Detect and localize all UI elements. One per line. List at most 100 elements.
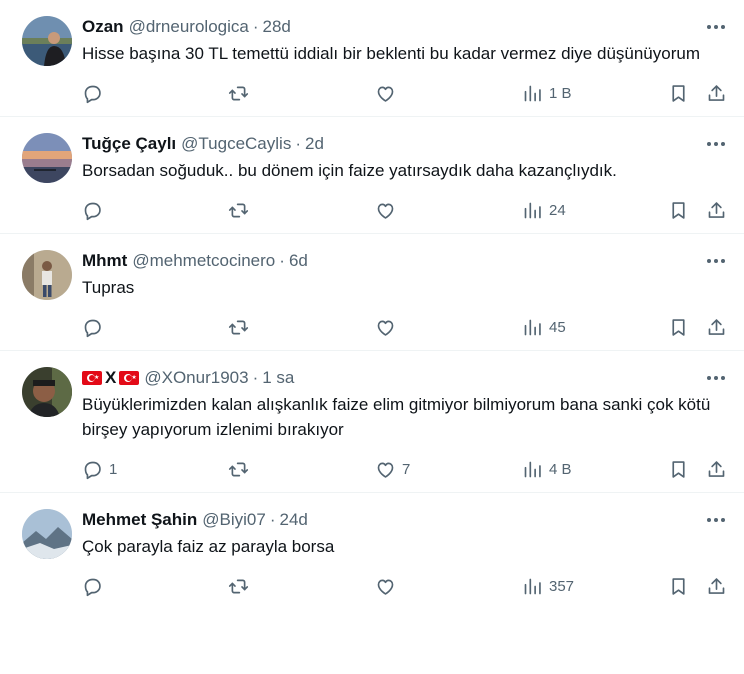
tweet[interactable]: Mehmet Şahin @Biyi07 · 24d Çok parayla f… [0, 493, 744, 609]
like-button[interactable] [375, 316, 402, 338]
bookmark-button[interactable] [668, 82, 689, 104]
display-name[interactable]: Ozan [82, 17, 124, 37]
tweet-text: Borsadan soğuduk.. bu dönem için faize y… [82, 161, 617, 180]
retweet-button[interactable] [228, 199, 255, 221]
avatar[interactable] [22, 509, 72, 559]
separator: · [279, 251, 285, 270]
share-icon [708, 577, 725, 594]
views-button[interactable]: 357 [522, 575, 574, 597]
share-button[interactable] [706, 82, 727, 104]
tweet-text: Hisse başına 30 TL temettü iddialı bir b… [82, 44, 700, 63]
reply-button[interactable] [82, 575, 109, 597]
like-button[interactable]: 7 [375, 458, 410, 480]
action-bar: 45 [82, 308, 728, 350]
reply-button[interactable]: 1 [82, 458, 117, 480]
reply-icon [84, 85, 101, 103]
display-name[interactable]: Mhmt [82, 251, 127, 271]
retweet-button[interactable] [228, 82, 255, 104]
like-button[interactable] [375, 575, 402, 597]
bookmark-icon [672, 84, 685, 102]
user-handle[interactable]: @drneurologica [129, 17, 249, 37]
more-options-icon[interactable] [704, 18, 728, 36]
user-handle[interactable]: @mehmetcocinero [132, 251, 275, 271]
view-count: 24 [549, 201, 566, 219]
display-name[interactable]: ★ X ★ [82, 368, 140, 388]
retweet-button[interactable] [228, 458, 255, 480]
separator: · [295, 134, 301, 153]
reply-button[interactable] [82, 82, 109, 104]
more-options-icon[interactable] [704, 252, 728, 270]
action-bar: 1 B [82, 74, 728, 116]
reply-icon [84, 578, 101, 596]
bookmark-button[interactable] [668, 575, 689, 597]
timestamp[interactable]: 1 sa [262, 368, 294, 388]
like-button[interactable] [375, 199, 402, 221]
views-button[interactable]: 24 [522, 199, 566, 221]
more-options-icon[interactable] [704, 511, 728, 529]
turkey-flag-icon: ★ [82, 371, 102, 385]
avatar[interactable] [22, 133, 72, 183]
avatar-person-standing-icon [22, 250, 72, 300]
avatar[interactable] [22, 16, 72, 66]
user-handle[interactable]: @Biyi07 [202, 510, 266, 530]
avatar[interactable] [22, 367, 72, 417]
tweet[interactable]: Tuğçe Çaylı @TugceCaylis · 2d Borsadan s… [0, 117, 744, 234]
share-button[interactable] [706, 458, 727, 480]
timestamp[interactable]: 24d [279, 510, 307, 530]
bookmark-button[interactable] [668, 316, 689, 338]
share-icon [708, 318, 725, 335]
analytics-icon [524, 319, 541, 335]
bookmark-icon [672, 577, 685, 595]
retweet-icon [228, 320, 249, 334]
heart-icon [377, 86, 394, 102]
heart-icon [377, 579, 394, 595]
display-name[interactable]: Mehmet Şahin [82, 510, 197, 530]
retweet-button[interactable] [228, 316, 255, 338]
retweet-button[interactable] [228, 575, 255, 597]
action-bar: 357 [82, 567, 728, 609]
avatar-mountain-icon [22, 509, 72, 559]
more-options-icon[interactable] [704, 369, 728, 387]
reply-icon [84, 461, 101, 479]
heart-icon [377, 462, 394, 478]
more-options-icon[interactable] [704, 135, 728, 153]
share-button[interactable] [706, 316, 727, 338]
view-count: 1 B [549, 84, 572, 102]
user-handle[interactable]: @XOnur1903 [144, 368, 248, 388]
separator: · [252, 17, 259, 36]
display-name[interactable]: Tuğçe Çaylı [82, 134, 176, 154]
timestamp[interactable]: 2d [305, 134, 324, 154]
avatar[interactable] [22, 250, 72, 300]
bookmark-button[interactable] [668, 458, 689, 480]
analytics-icon [524, 461, 541, 477]
view-count: 4 B [549, 460, 572, 478]
tweet[interactable]: ★ X ★ @XOnur1903 · 1 sa Büyüklerimizden … [0, 351, 744, 493]
share-button[interactable] [706, 199, 727, 221]
like-button[interactable] [375, 82, 402, 104]
tweet[interactable]: Ozan @drneurologica · 28d Hisse başına 3… [0, 0, 744, 117]
retweet-icon [228, 86, 249, 100]
separator: · [269, 510, 276, 529]
tweet[interactable]: Mhmt @mehmetcocinero · 6d Tupras 45 [0, 234, 744, 351]
views-button[interactable]: 45 [522, 316, 566, 338]
retweet-icon [228, 203, 249, 217]
views-button[interactable]: 4 B [522, 458, 572, 480]
avatar-sunset-icon [22, 133, 72, 183]
views-button[interactable]: 1 B [522, 82, 572, 104]
heart-icon [377, 203, 394, 219]
analytics-icon [524, 202, 541, 218]
reply-button[interactable] [82, 316, 109, 338]
share-button[interactable] [706, 575, 727, 597]
reply-button[interactable] [82, 199, 109, 221]
reply-feed: Ozan @drneurologica · 28d Hisse başına 3… [0, 0, 744, 674]
reply-icon [84, 319, 101, 337]
bookmark-button[interactable] [668, 199, 689, 221]
timestamp[interactable]: 28d [263, 17, 291, 37]
reply-count: 1 [109, 460, 118, 478]
timestamp[interactable]: 6d [289, 251, 308, 271]
tweet-text: Tupras [82, 278, 135, 297]
tweet-text: Çok parayla faiz az parayla borsa [82, 537, 335, 556]
user-handle[interactable]: @TugceCaylis [181, 134, 291, 154]
analytics-icon [524, 85, 541, 101]
share-icon [708, 201, 725, 218]
